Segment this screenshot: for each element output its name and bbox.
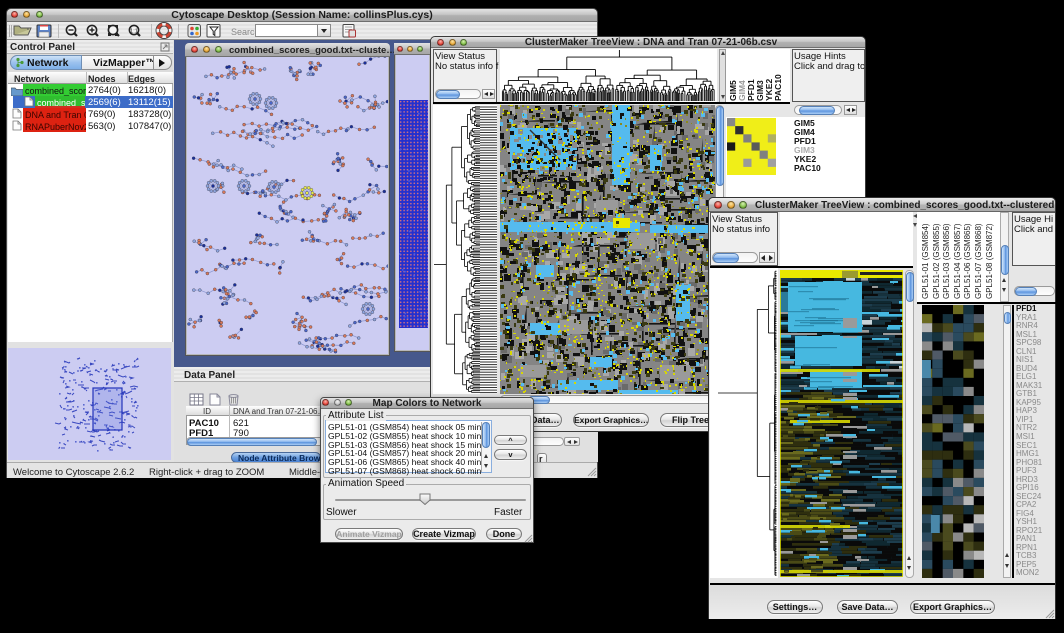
- svg-text:1:1: 1:1: [130, 29, 138, 35]
